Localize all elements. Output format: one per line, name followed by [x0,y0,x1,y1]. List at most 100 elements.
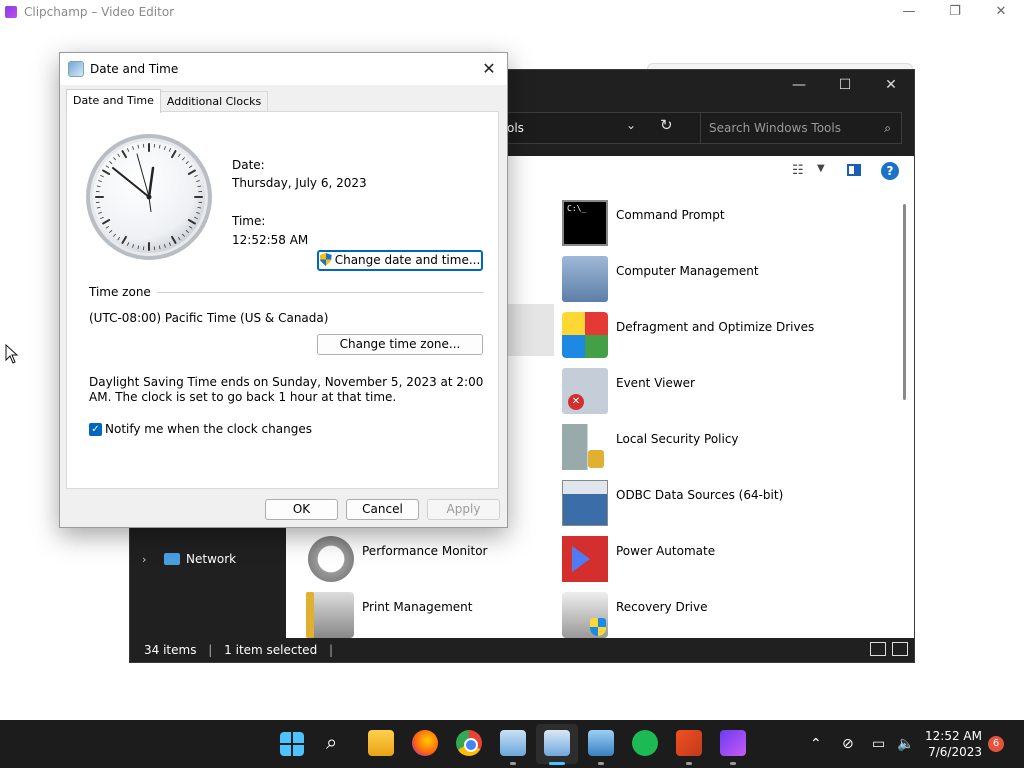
chevron-right-icon[interactable]: › [142,553,154,566]
running-indicator [730,762,736,765]
clock[interactable]: 12:52 AM 7/6/2023 [925,728,982,760]
computer-management-icon [562,256,608,302]
tool-item[interactable]: Local Security Policy [562,424,739,470]
maximize-button[interactable]: ☐ [822,70,868,100]
chevron-up-icon[interactable]: ⌃ [810,720,822,768]
date-time-dialog: Date and Time ✕ Date and Time Additional… [59,52,508,528]
notify-label: Notify me when the clock changes [105,422,312,436]
change-time-zone-button[interactable]: Change time zone... [317,334,483,355]
analog-clock [86,134,212,260]
time-value: 12:52:58 AM [232,233,309,247]
search-icon[interactable]: ⌕ [326,732,348,754]
restore-button[interactable]: ❐ [932,0,978,24]
running-indicator [598,762,604,765]
apply-button[interactable]: Apply [427,499,500,520]
timezone-value: (UTC-08:00) Pacific Time (US & Canada) [89,311,329,325]
file-explorer-icon[interactable] [368,730,394,756]
volume-icon[interactable]: 🔈 [897,720,914,768]
status-bar: 34 items | 1 item selected | [130,638,914,662]
navigation-pane: › Network [130,526,286,638]
tool-label: Print Management [362,600,473,614]
item-count: 34 items [144,643,197,657]
chevron-down-icon[interactable]: ⌄ [626,118,636,132]
remote-desktop-icon[interactable] [588,730,614,756]
tool-label: Computer Management [616,264,759,278]
clipchamp-title: Clipchamp – Video Editor [24,5,175,19]
tool-item[interactable]: Computer Management [562,256,759,302]
clipchamp-icon[interactable] [720,730,746,756]
button-label: Change date and time... [334,253,481,267]
running-indicator-active [549,762,565,765]
tool-item[interactable]: Command Prompt [562,200,725,246]
view-options-icon[interactable]: ☷ [792,163,804,178]
start-icon[interactable] [280,732,304,756]
tool-label: Recovery Drive [616,600,708,614]
change-date-time-button[interactable]: Change date and time... [317,250,483,271]
running-indicator [686,762,692,765]
date-time-icon [68,61,84,77]
cancel-button[interactable]: Cancel [346,499,419,520]
tab-date-and-time[interactable]: Date and Time [66,89,161,113]
taskbar-time: 12:52 AM [925,729,982,743]
tool-item[interactable]: Power Automate [562,536,715,582]
tool-item[interactable]: Print Management [306,592,473,638]
tool-item[interactable]: Performance Monitor [308,536,487,582]
tool-item[interactable]: ODBC Data Sources (64-bit) [562,480,783,526]
tool-label: Defragment and Optimize Drives [616,320,815,334]
firefox-icon[interactable] [412,730,438,756]
display-icon[interactable]: ▭ [872,720,885,768]
notify-checkbox[interactable]: ✓ [89,422,102,436]
scrollbar[interactable] [903,204,906,400]
date-value: Thursday, July 6, 2023 [232,176,367,190]
selection-count: 1 item selected [224,643,318,657]
details-pane-icon[interactable] [847,164,861,176]
print-management-icon [306,592,354,638]
event-viewer-icon [562,368,608,414]
notification-badge[interactable]: 6 [988,736,1004,752]
search-box[interactable]: Search Windows Tools ⌕ [700,112,902,144]
ok-button[interactable]: OK [265,499,338,520]
help-icon[interactable]: ? [881,162,899,180]
close-button[interactable]: ✕ [477,57,501,81]
performance-monitor-icon [308,536,354,582]
network-off-icon[interactable]: ⊘ [842,720,854,768]
tool-label: Event Viewer [616,376,695,390]
chevron-down-icon[interactable]: ▼ [817,163,825,174]
date-label: Date: [232,158,265,172]
tool-label: Power Automate [616,544,716,558]
notify-checkbox-row[interactable]: ✓ Notify me when the clock changes [89,422,312,436]
dialog-titlebar: Date and Time ✕ [60,53,507,85]
tab-additional-clocks[interactable]: Additional Clocks [159,91,269,113]
office-icon[interactable] [676,730,702,756]
minimize-button[interactable]: — [776,70,822,100]
nav-label: Network [186,552,237,566]
details-view-icon[interactable] [870,642,886,656]
tool-item[interactable]: Event Viewer [562,368,695,414]
spotify-icon[interactable] [632,730,658,756]
local-security-policy-icon [562,424,608,470]
nav-item-network[interactable]: › Network [142,552,236,566]
network-icon [164,553,180,565]
running-indicator [510,762,516,765]
power-automate-icon [562,536,608,582]
date-time-app-icon[interactable] [544,730,570,756]
taskbar: ⌕ ⌃ ⊘ ▭ 🔈 12:52 AM 7/6/2023 6 [0,720,1024,768]
minimize-button[interactable]: — [886,0,932,24]
defragment-icon [562,312,608,358]
tool-label: Performance Monitor [362,544,488,558]
close-button[interactable]: ✕ [978,0,1024,24]
chrome-icon[interactable] [456,730,482,756]
clipchamp-titlebar: Clipchamp – Video Editor — ❐ ✕ [0,0,1024,24]
odbc-icon [562,480,608,526]
large-icons-view-icon[interactable] [892,642,908,656]
close-button[interactable]: ✕ [868,70,914,100]
timezone-group-label: Time zone [89,285,157,299]
tab-strip: Date and Time Additional Clocks [66,89,269,113]
uac-shield-icon [319,253,332,266]
refresh-icon[interactable]: ↻ [660,116,673,134]
clipchamp-icon [5,6,17,18]
tool-item[interactable]: Recovery Drive [562,592,707,638]
tool-item[interactable]: Defragment and Optimize Drives [562,312,814,358]
tool-label: Command Prompt [616,208,725,222]
photos-icon[interactable] [500,730,526,756]
